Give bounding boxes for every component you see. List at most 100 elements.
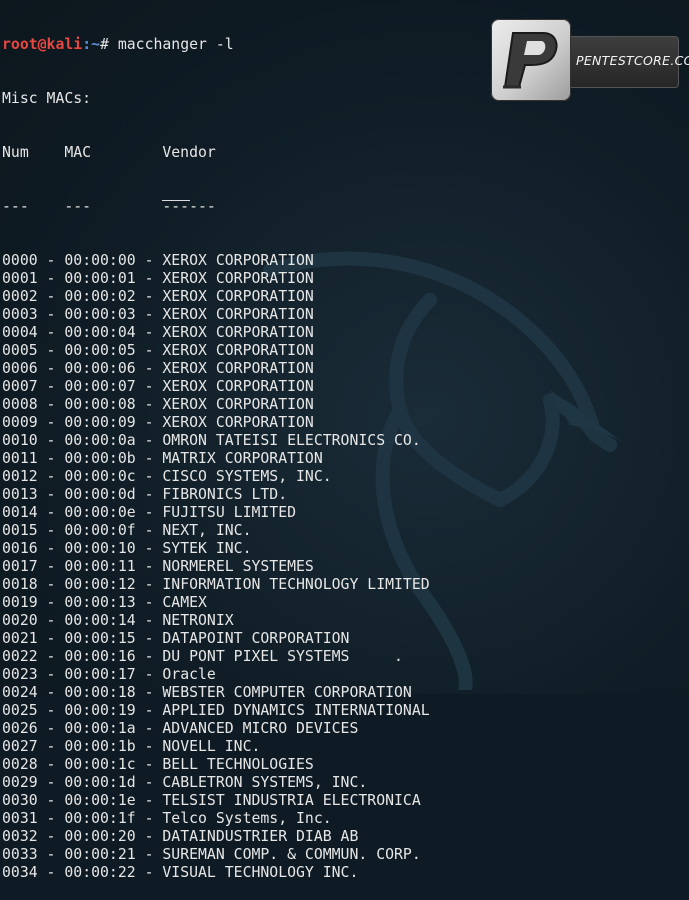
row-vendor: XEROX CORPORATION: [162, 414, 314, 431]
row-separator: -: [135, 738, 163, 755]
column-underline: --- --- ------: [2, 198, 216, 215]
row-separator: -: [37, 864, 65, 881]
table-row: 0006 - 00:00:06 - XEROX CORPORATION: [2, 360, 430, 378]
row-number: 0020: [2, 612, 38, 629]
row-mac: 00:00:1a: [64, 720, 136, 737]
pentestcore-logo: PENTESTCORE.COM: [491, 19, 689, 104]
row-number: 0012: [2, 468, 38, 485]
row-separator: -: [37, 486, 65, 503]
row-mac: 00:00:02: [64, 288, 136, 305]
terminal-output[interactable]: root@kali:~# macchanger -l Misc MACs: Nu…: [2, 0, 430, 900]
row-mac: 00:00:08: [64, 396, 136, 413]
table-row: 0008 - 00:00:08 - XEROX CORPORATION: [2, 396, 430, 414]
row-mac: 00:00:15: [64, 630, 136, 647]
table-row: 0016 - 00:00:10 - SYTEK INC.: [2, 540, 430, 558]
table-row: 0030 - 00:00:1e - TELSIST INDUSTRIA ELEC…: [2, 792, 430, 810]
row-mac: 00:00:0f: [64, 522, 136, 539]
row-mac: 00:00:11: [64, 558, 136, 575]
row-separator: -: [135, 720, 163, 737]
row-mac: 00:00:14: [64, 612, 136, 629]
row-mac: 00:00:0d: [64, 486, 136, 503]
row-vendor: TELSIST INDUSTRIA ELECTRONICA: [162, 792, 421, 809]
table-row: 0033 - 00:00:21 - SUREMAN COMP. & COMMUN…: [2, 846, 430, 864]
table-row: 0024 - 00:00:18 - WEBSTER COMPUTER CORPO…: [2, 684, 430, 702]
row-number: 0027: [2, 738, 38, 755]
row-separator: -: [135, 558, 163, 575]
table-row: 0031 - 00:00:1f - Telco Systems, Inc.: [2, 810, 430, 828]
mac-vendor-list: 0000 - 00:00:00 - XEROX CORPORATION 0001 …: [2, 252, 430, 882]
row-mac: 00:00:09: [64, 414, 136, 431]
row-separator: -: [37, 324, 65, 341]
row-vendor: CABLETRON SYSTEMS, INC.: [162, 774, 368, 791]
table-row: 0001 - 00:00:01 - XEROX CORPORATION: [2, 270, 430, 288]
table-row: 0034 - 00:00:22 - VISUAL TECHNOLOGY INC.: [2, 864, 430, 882]
row-number: 0011: [2, 450, 38, 467]
row-number: 0002: [2, 288, 38, 305]
table-row: 0020 - 00:00:14 - NETRONIX: [2, 612, 430, 630]
row-mac: 00:00:20: [64, 828, 136, 845]
row-number: 0015: [2, 522, 38, 539]
row-mac: 00:00:0b: [64, 450, 136, 467]
row-number: 0000: [2, 252, 38, 269]
row-number: 0031: [2, 810, 38, 827]
row-vendor: DU PONT PIXEL SYSTEMS .: [162, 648, 403, 665]
row-separator: -: [37, 378, 65, 395]
table-row: 0018 - 00:00:12 - INFORMATION TECHNOLOGY…: [2, 576, 430, 594]
row-separator: -: [135, 414, 163, 431]
table-row: 0000 - 00:00:00 - XEROX CORPORATION: [2, 252, 430, 270]
row-vendor: XEROX CORPORATION: [162, 342, 314, 359]
row-number: 0033: [2, 846, 38, 863]
row-number: 0007: [2, 378, 38, 395]
row-separator: -: [135, 630, 163, 647]
row-number: 0029: [2, 774, 38, 791]
row-separator: -: [37, 252, 65, 269]
row-mac: 00:00:10: [64, 540, 136, 557]
row-vendor: NORMEREL SYSTEMES: [162, 558, 314, 575]
row-separator: -: [135, 360, 163, 377]
prompt-command: macchanger -l: [117, 36, 234, 53]
row-number: 0022: [2, 648, 38, 665]
row-number: 0018: [2, 576, 38, 593]
row-vendor: SUREMAN COMP. & COMMUN. CORP.: [162, 846, 421, 863]
column-headers: Num MAC Vendor: [2, 144, 216, 161]
row-mac: 00:00:13: [64, 594, 136, 611]
table-row: 0025 - 00:00:19 - APPLIED DYNAMICS INTER…: [2, 702, 430, 720]
row-mac: 00:00:17: [64, 666, 136, 683]
row-vendor: XEROX CORPORATION: [162, 360, 314, 377]
row-number: 0017: [2, 558, 38, 575]
row-mac: 00:00:07: [64, 378, 136, 395]
row-separator: -: [135, 756, 163, 773]
row-separator: -: [37, 774, 65, 791]
row-vendor: OMRON TATEISI ELECTRONICS CO.: [162, 432, 421, 449]
row-separator: -: [135, 468, 163, 485]
table-row: 0028 - 00:00:1c - BELL TECHNOLOGIES: [2, 756, 430, 774]
row-mac: 00:00:01: [64, 270, 136, 287]
table-row: 0019 - 00:00:13 - CAMEX: [2, 594, 430, 612]
row-vendor: DATAPOINT CORPORATION: [162, 630, 350, 647]
row-number: 0028: [2, 756, 38, 773]
prompt-symbol: #: [100, 36, 118, 53]
row-number: 0025: [2, 702, 38, 719]
row-separator: -: [37, 630, 65, 647]
section-title: Misc MACs:: [2, 90, 92, 107]
row-separator: -: [135, 684, 163, 701]
row-vendor: ADVANCED MICRO DEVICES: [162, 720, 359, 737]
row-number: 0032: [2, 828, 38, 845]
row-number: 0034: [2, 864, 38, 881]
row-number: 0021: [2, 630, 38, 647]
row-vendor: Oracle: [162, 666, 216, 683]
row-separator: -: [135, 450, 163, 467]
row-mac: 00:00:05: [64, 342, 136, 359]
table-row: 0007 - 00:00:07 - XEROX CORPORATION: [2, 378, 430, 396]
row-separator: -: [37, 720, 65, 737]
row-number: 0016: [2, 540, 38, 557]
row-separator: -: [37, 594, 65, 611]
row-separator: -: [135, 810, 163, 827]
logo-tile: [491, 19, 571, 101]
table-row: 0017 - 00:00:11 - NORMEREL SYSTEMES: [2, 558, 430, 576]
row-number: 0013: [2, 486, 38, 503]
row-vendor: XEROX CORPORATION: [162, 252, 314, 269]
row-vendor: XEROX CORPORATION: [162, 306, 314, 323]
row-separator: -: [37, 468, 65, 485]
row-separator: -: [135, 396, 163, 413]
